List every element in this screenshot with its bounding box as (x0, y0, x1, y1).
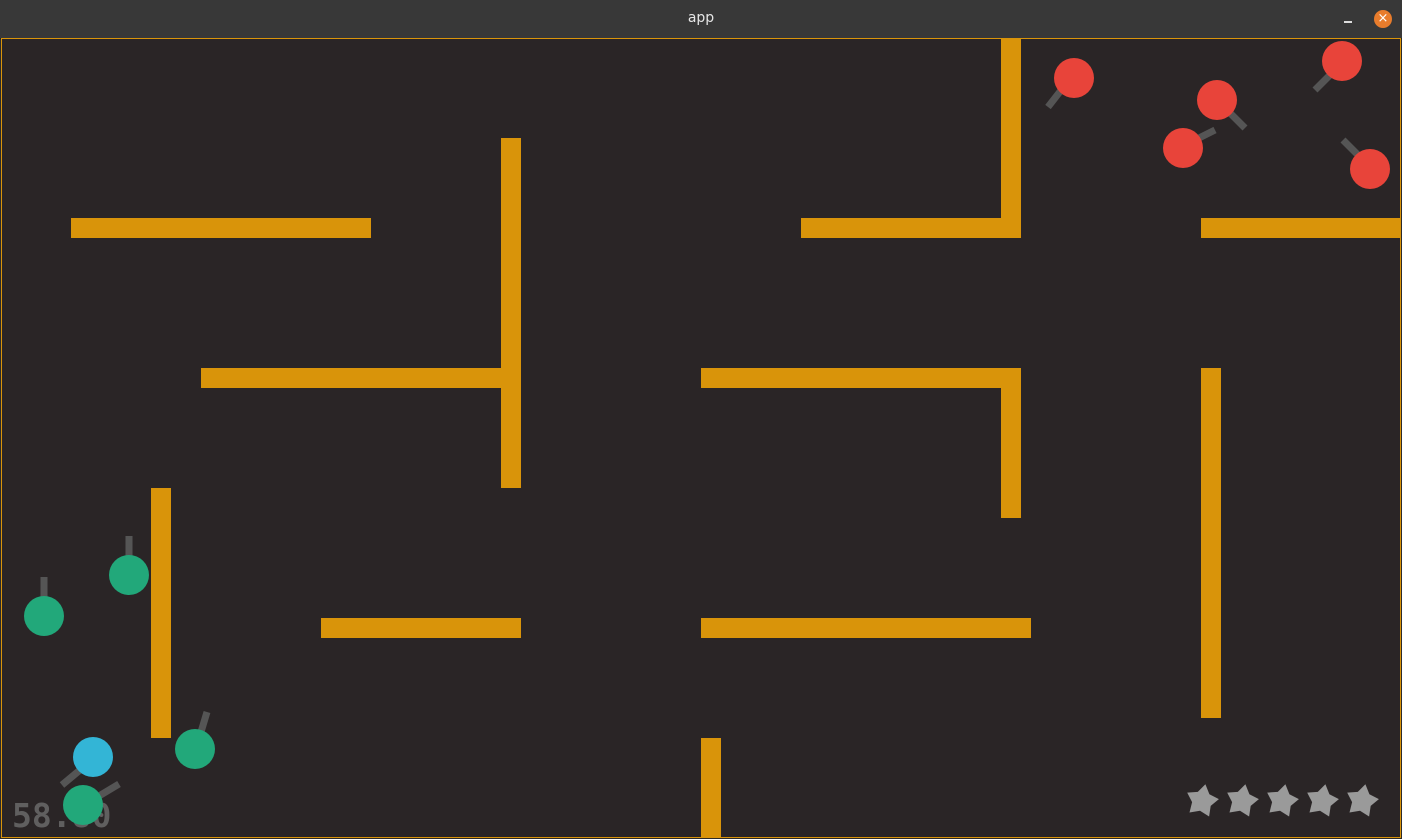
window-titlebar: app × (0, 0, 1402, 39)
enemy-tank (1163, 126, 1217, 168)
ally-tank (24, 577, 64, 636)
star-icon (1267, 784, 1299, 817)
lives-indicator (1184, 783, 1380, 819)
ally-tank (109, 536, 149, 595)
star-icon (1187, 784, 1219, 817)
enemy-tank (1197, 80, 1248, 131)
tanks-layer (24, 41, 1390, 825)
enemy-tank (1045, 58, 1094, 110)
enemy-tank (1312, 41, 1362, 93)
star-icon (1227, 784, 1259, 817)
ally-tank (63, 780, 121, 825)
enemy-tank (1340, 137, 1390, 189)
close-button[interactable]: × (1374, 10, 1392, 28)
ally-tank (175, 710, 215, 769)
player-tank[interactable] (59, 737, 113, 788)
star-icon (1347, 784, 1379, 817)
window-title: app (687, 10, 715, 26)
minimize-button[interactable] (1338, 9, 1358, 29)
game-arena[interactable]: 58.80 (1, 38, 1401, 838)
star-icon (1307, 784, 1339, 817)
